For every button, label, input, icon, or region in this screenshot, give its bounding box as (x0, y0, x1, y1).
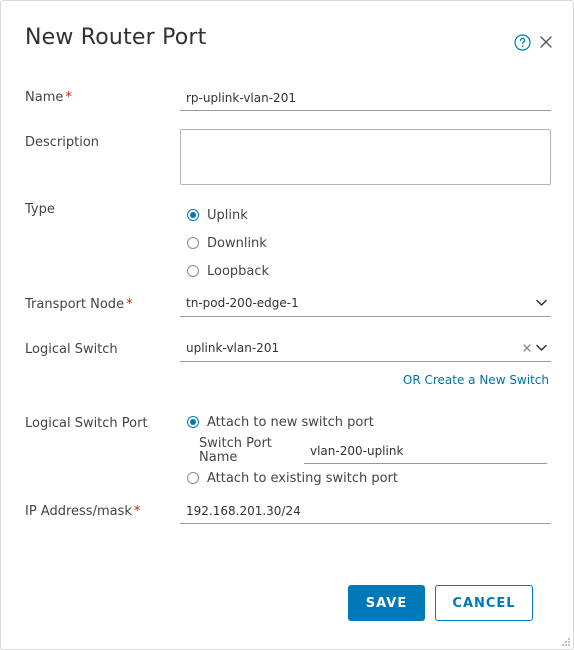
name-label-text: Name (25, 90, 64, 105)
type-option-downlink-label: Downlink (207, 235, 267, 251)
radio-unchecked-icon[interactable] (187, 237, 199, 249)
chevron-down-icon[interactable] (536, 344, 547, 352)
attach-existing-port-radio[interactable]: Attach to existing switch port (187, 470, 398, 486)
transport-node-label-text: Transport Node (25, 297, 125, 312)
name-label: Name * (25, 90, 72, 105)
logical-switch-label: Logical Switch (25, 342, 118, 357)
transport-node-label: Transport Node * (25, 297, 133, 312)
type-label: Type (25, 202, 55, 217)
type-radio-loopback[interactable]: Loopback (187, 263, 269, 279)
attach-new-port-radio[interactable]: Attach to new switch port (187, 414, 374, 430)
radio-checked-icon[interactable] (187, 416, 199, 428)
radio-unchecked-icon[interactable] (187, 265, 199, 277)
save-button[interactable]: SAVE (348, 585, 425, 621)
close-icon[interactable] (539, 35, 553, 49)
logical-switch-port-label: Logical Switch Port (25, 416, 148, 431)
attach-existing-port-label: Attach to existing switch port (207, 470, 398, 486)
type-option-loopback-label: Loopback (207, 263, 270, 279)
clear-icon[interactable] (523, 344, 531, 352)
ip-address-label: IP Address/mask * (25, 504, 140, 519)
logical-switch-select[interactable]: uplink-vlan-201 (180, 336, 551, 362)
type-option-uplink-label: Uplink (207, 207, 248, 223)
chevron-down-icon[interactable] (536, 299, 547, 307)
logical-switch-value: uplink-vlan-201 (186, 341, 280, 355)
dialog-title: New Router Port (25, 25, 207, 50)
type-radio-uplink[interactable]: Uplink (187, 207, 248, 223)
ip-address-input[interactable] (180, 498, 551, 524)
required-asterisk: * (133, 504, 141, 519)
name-input[interactable] (180, 85, 551, 111)
type-radio-downlink[interactable]: Downlink (187, 235, 267, 251)
radio-unchecked-icon[interactable] (187, 472, 199, 484)
ip-address-label-text: IP Address/mask (25, 504, 132, 519)
resize-grip-icon[interactable] (561, 637, 571, 647)
required-asterisk: * (65, 90, 72, 105)
transport-node-value: tn-pod-200-edge-1 (186, 296, 299, 310)
help-circle-icon[interactable] (514, 34, 531, 51)
description-label: Description (25, 135, 100, 150)
transport-node-select[interactable]: tn-pod-200-edge-1 (180, 291, 551, 317)
cancel-button[interactable]: CANCEL (435, 585, 533, 621)
required-asterisk: * (126, 297, 133, 312)
create-new-switch-link[interactable]: OR Create a New Switch (403, 373, 549, 387)
new-router-port-dialog: New Router Port Name* Description Type U… (0, 0, 574, 650)
attach-new-port-label: Attach to new switch port (207, 414, 374, 430)
description-textarea[interactable] (180, 129, 551, 185)
switch-port-name-label: Switch Port Name (199, 436, 272, 465)
switch-port-name-input[interactable] (304, 438, 547, 464)
radio-checked-icon[interactable] (187, 209, 199, 221)
